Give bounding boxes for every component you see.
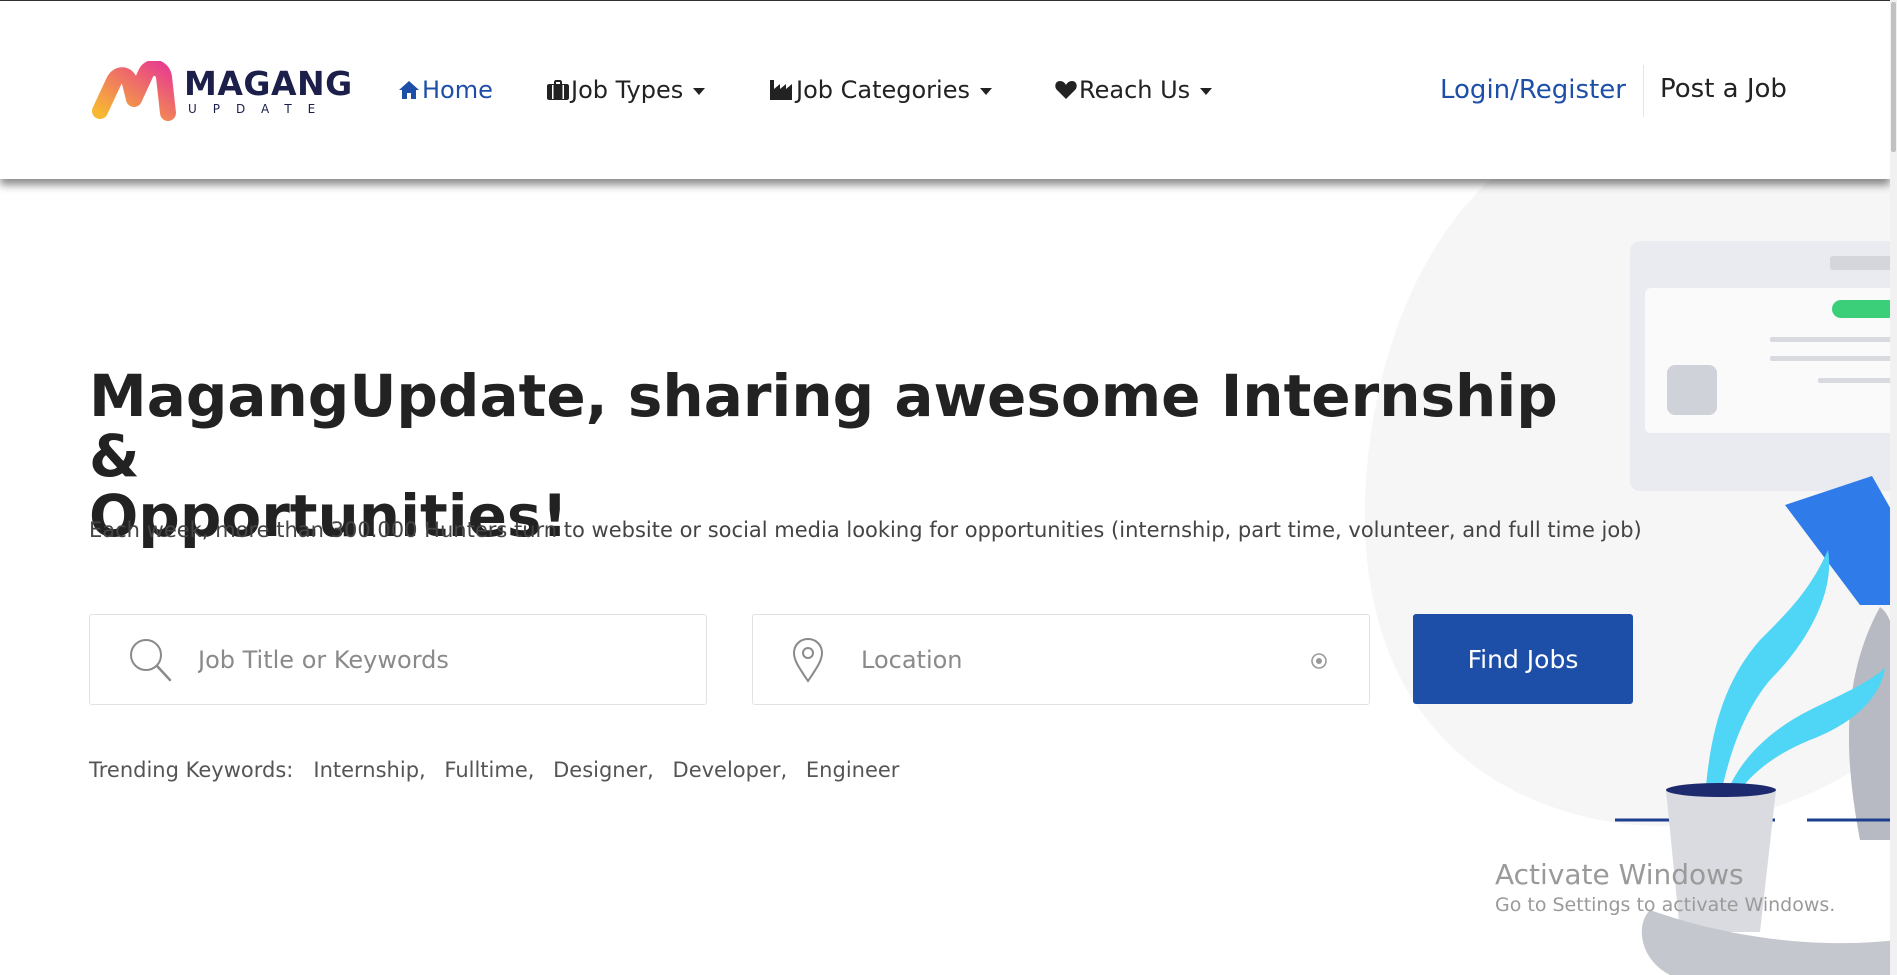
logo-wordmark: MAGANG — [184, 64, 353, 103]
trending-keywords: Trending Keywords: Internship, Fulltime,… — [89, 756, 899, 784]
nav-home[interactable]: Home — [398, 75, 493, 105]
location-search-box — [752, 614, 1370, 705]
brand-logo[interactable]: MAGANG UPDATE — [92, 57, 352, 127]
nav-reach-us-label: Reach Us — [1079, 76, 1191, 104]
trending-label: Trending Keywords: — [89, 758, 294, 782]
site-header: MAGANG UPDATE Home Job Types Job Categor… — [0, 1, 1890, 179]
nav-reach-us[interactable]: Reach Us — [1055, 75, 1213, 105]
trending-keyword[interactable]: Internship, — [313, 758, 425, 782]
locate-icon[interactable] — [1310, 652, 1328, 674]
hero-illustration — [1364, 120, 1897, 975]
trending-keyword[interactable]: Engineer — [806, 758, 900, 782]
chevron-down-icon — [1200, 87, 1213, 95]
logo-mark-icon — [92, 61, 176, 121]
chevron-down-icon — [693, 87, 706, 95]
search-icon — [128, 637, 172, 687]
nav-home-label: Home — [422, 76, 493, 104]
activate-windows-watermark: Activate Windows Go to Settings to activ… — [1495, 858, 1835, 918]
heart-icon — [1055, 80, 1077, 100]
login-register-link[interactable]: Login/Register — [1440, 75, 1626, 105]
location-input[interactable] — [859, 639, 1323, 681]
logo-subtitle: UPDATE — [188, 102, 332, 116]
chevron-down-icon — [980, 87, 992, 95]
watermark-title: Activate Windows — [1495, 858, 1744, 891]
nav-job-categories[interactable]: Job Categories — [770, 75, 992, 105]
map-pin-icon — [791, 637, 825, 687]
home-icon — [398, 80, 420, 100]
nav-job-categories-label: Job Categories — [796, 76, 970, 104]
nav-job-types-label: Job Types — [571, 76, 684, 104]
trending-keyword[interactable]: Designer, — [553, 758, 654, 782]
post-job-link[interactable]: Post a Job — [1660, 74, 1787, 104]
hero-title-line1: MagangUpdate, sharing awesome Internship… — [89, 362, 1558, 490]
header-divider — [1643, 65, 1644, 117]
trending-keyword[interactable]: Fulltime, — [444, 758, 534, 782]
trending-keyword[interactable]: Developer, — [673, 758, 788, 782]
keyword-search-box — [89, 614, 707, 705]
briefcase-icon — [547, 80, 569, 100]
scrollbar-thumb[interactable] — [1891, 2, 1896, 152]
keyword-input[interactable] — [196, 639, 660, 681]
nav-job-types[interactable]: Job Types — [547, 75, 706, 105]
watermark-subtitle: Go to Settings to activate Windows. — [1495, 894, 1836, 916]
find-jobs-button[interactable]: Find Jobs — [1413, 614, 1633, 704]
factory-icon — [770, 80, 794, 100]
hero-subtitle: Each week, more than 300.000 Hunters tur… — [89, 518, 1642, 542]
